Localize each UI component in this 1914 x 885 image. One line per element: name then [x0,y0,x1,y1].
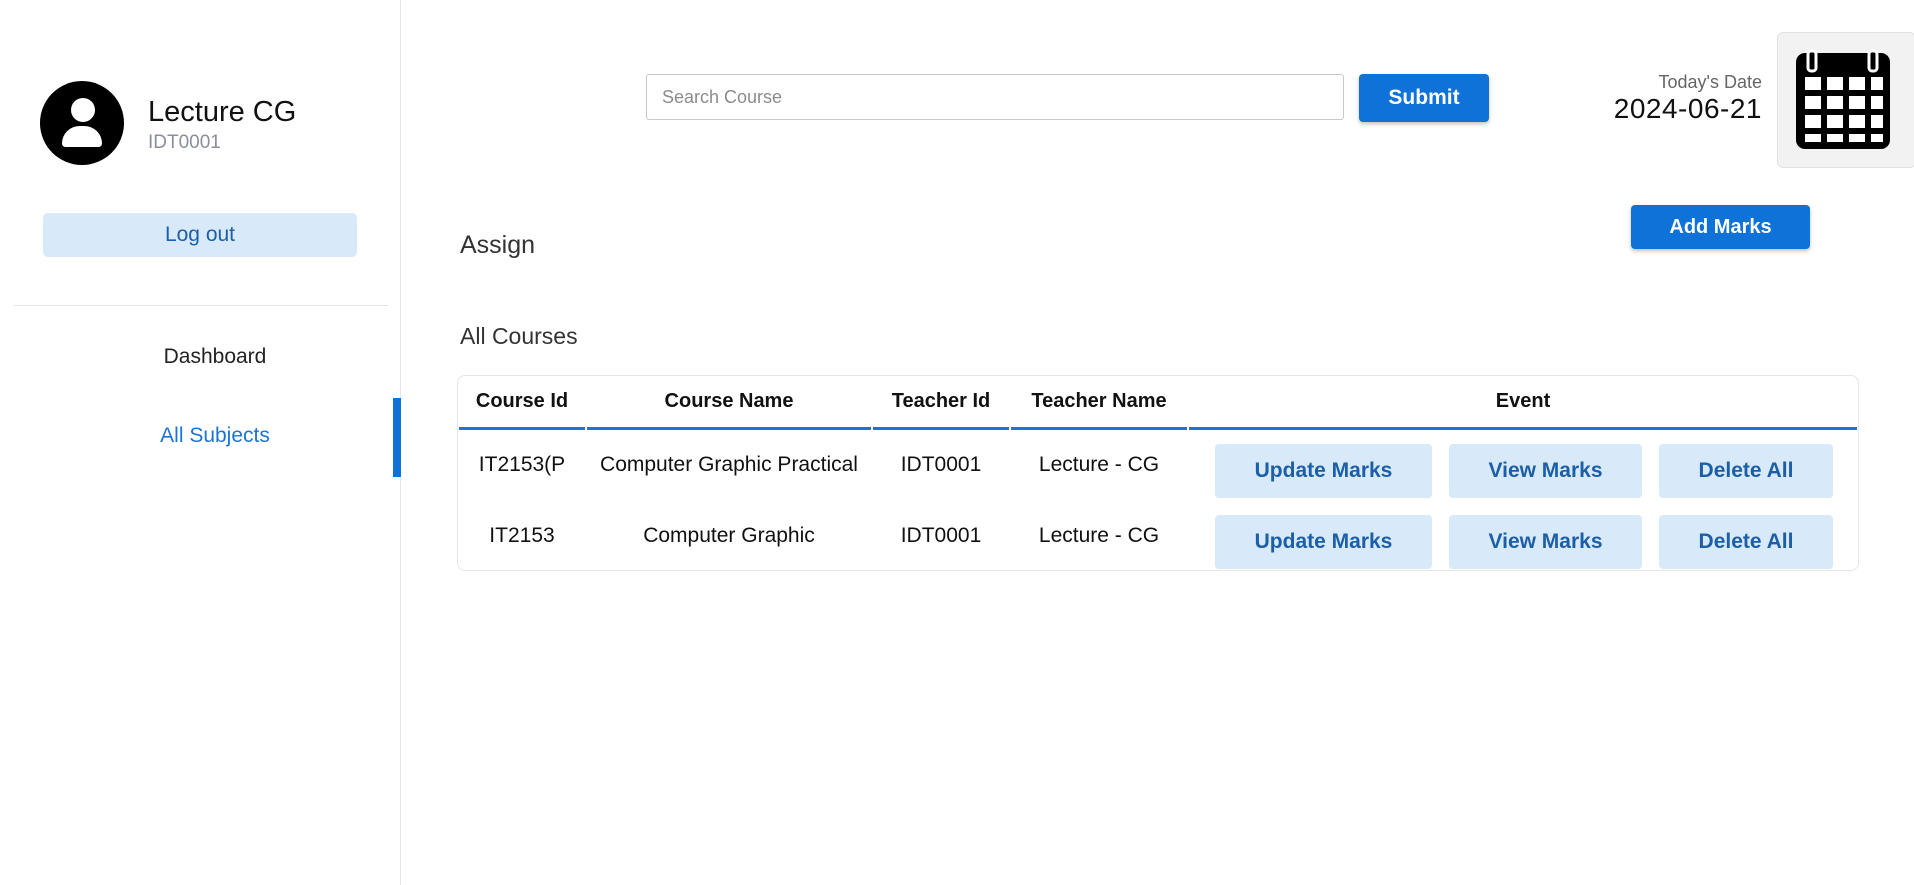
table-title: All Courses [460,323,578,349]
todays-date-value: 2024-06-21 [1613,93,1762,124]
user-profile: Lecture CG IDT0001 [40,81,380,165]
delete-all-button[interactable]: Delete All [1659,515,1833,569]
cell-course-name: Computer Graphic [643,524,815,547]
column-header-course-name: Course Name [587,388,871,430]
sidebar: Lecture CG IDT0001 Log out Dashboard All… [0,0,401,885]
sidebar-item-dashboard[interactable]: Dashboard [0,345,430,369]
cell-teacher-id: IDT0001 [900,453,982,476]
cell-course-name: Computer Graphic Practical [600,453,858,476]
calendar-button[interactable] [1777,32,1914,168]
section-title: Assign [460,231,536,259]
submit-button[interactable]: Submit [1359,74,1489,122]
active-nav-indicator [393,398,401,477]
todays-date-label: Today's Date [1658,72,1763,92]
cell-course-id: IT2153(P [478,453,566,476]
column-header-teacher-name: Teacher Name [1011,388,1187,430]
view-marks-button[interactable]: View Marks [1449,515,1642,569]
search-course-input[interactable] [646,74,1344,120]
view-marks-button[interactable]: View Marks [1449,444,1642,498]
user-avatar-icon [40,81,124,165]
calendar-icon [1796,49,1890,149]
column-header-teacher-id: Teacher Id [873,388,1009,430]
sidebar-divider [14,305,388,306]
cell-teacher-id: IDT0001 [900,524,982,547]
update-marks-button[interactable]: Update Marks [1215,444,1432,498]
cell-teacher-name: Lecture - CG [1038,524,1160,547]
delete-all-button[interactable]: Delete All [1659,444,1833,498]
column-header-course-id: Course Id [459,388,585,430]
logout-button[interactable]: Log out [43,213,357,257]
cell-teacher-name: Lecture - CG [1038,453,1160,476]
column-header-event: Event [1189,388,1857,430]
update-marks-button[interactable]: Update Marks [1215,515,1432,569]
sidebar-item-all-subjects[interactable]: All Subjects [0,424,430,448]
user-name: Lecture CG [148,96,297,128]
add-marks-button[interactable]: Add Marks [1631,205,1810,249]
user-id: IDT0001 [148,132,221,153]
cell-course-id: IT2153 [489,524,555,547]
